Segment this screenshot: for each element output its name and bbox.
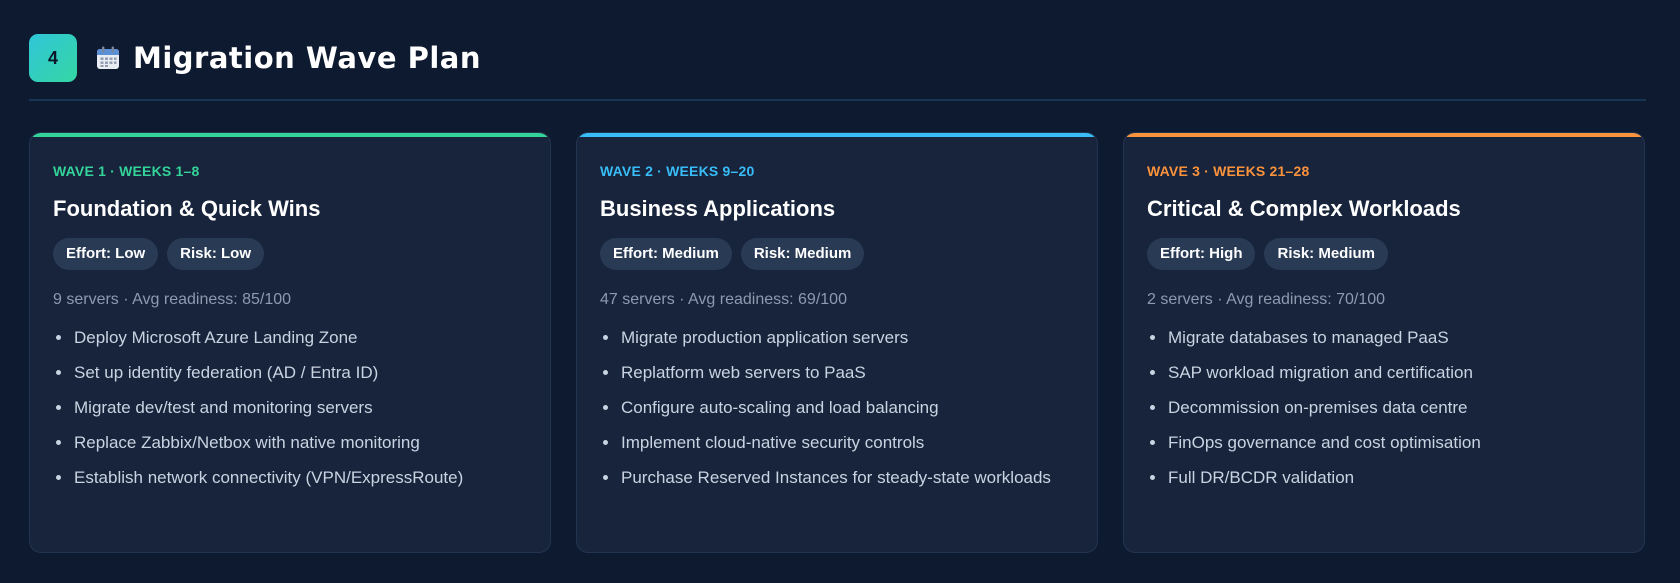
bullet-icon xyxy=(56,440,61,445)
list-item-text: Set up identity federation (AD / Entra I… xyxy=(74,363,379,382)
section-header: 4 Migration Wave Plan xyxy=(29,34,1651,82)
wave-card-2: WAVE 2 · WEEKS 9–20 Business Application… xyxy=(576,132,1098,553)
list-item-text: Migrate production application servers xyxy=(621,328,909,347)
wave-pills: Effort: Low Risk: Low xyxy=(53,238,527,270)
bullet-icon xyxy=(603,440,608,445)
migration-wave-plan-section: 4 Migration Wave Plan WAVE 1 · WEEKS 1–8… xyxy=(0,0,1680,583)
risk-badge: Risk: Medium xyxy=(1264,238,1388,270)
page-title: Migration Wave Plan xyxy=(133,41,481,75)
list-item-text: Configure auto-scaling and load balancin… xyxy=(621,398,939,417)
list-item-text: Decommission on-premises data centre xyxy=(1168,398,1468,417)
effort-badge: Effort: High xyxy=(1147,238,1256,270)
list-item-text: Replatform web servers to PaaS xyxy=(621,363,866,382)
list-item-text: Purchase Reserved Instances for steady-s… xyxy=(621,468,1051,487)
list-item-text: Replace Zabbix/Netbox with native monito… xyxy=(74,433,420,452)
section-number-badge: 4 xyxy=(29,34,77,82)
list-item-text: Deploy Microsoft Azure Landing Zone xyxy=(74,328,358,347)
list-item: Replace Zabbix/Netbox with native monito… xyxy=(53,428,527,457)
bullet-icon xyxy=(1150,475,1155,480)
bullet-icon xyxy=(56,335,61,340)
list-item: Decommission on-premises data centre xyxy=(1147,393,1621,422)
effort-badge: Effort: Low xyxy=(53,238,159,270)
wave-accent-bar xyxy=(1124,133,1644,137)
list-item: Purchase Reserved Instances for steady-s… xyxy=(600,463,1074,492)
list-item-text: Implement cloud-native security controls xyxy=(621,433,925,452)
list-item-text: SAP workload migration and certification xyxy=(1168,363,1473,382)
wave-task-list: Deploy Microsoft Azure Landing Zone Set … xyxy=(53,323,527,492)
bullet-icon xyxy=(603,405,608,410)
wave-accent-bar xyxy=(30,133,550,137)
bullet-icon xyxy=(603,370,608,375)
wave-cards: WAVE 1 · WEEKS 1–8 Foundation & Quick Wi… xyxy=(29,132,1651,553)
list-item-text: Full DR/BCDR validation xyxy=(1168,468,1355,487)
bullet-icon xyxy=(603,475,608,480)
list-item: SAP workload migration and certification xyxy=(1147,358,1621,387)
wave-stats: 9 servers · Avg readiness: 85/100 xyxy=(53,291,292,308)
list-item-text: Establish network connectivity (VPN/Expr… xyxy=(74,468,464,487)
wave-accent-bar xyxy=(577,133,1097,137)
header-divider xyxy=(29,99,1646,101)
bullet-icon xyxy=(56,405,61,410)
list-item: Migrate production application servers xyxy=(600,323,1074,352)
list-item-text: Migrate dev/test and monitoring servers xyxy=(74,398,373,417)
list-item: FinOps governance and cost optimisation xyxy=(1147,428,1621,457)
wave-label: WAVE 3 · WEEKS 21–28 xyxy=(1147,163,1310,179)
wave-label: WAVE 2 · WEEKS 9–20 xyxy=(600,163,755,179)
list-item: Set up identity federation (AD / Entra I… xyxy=(53,358,527,387)
list-item-text: FinOps governance and cost optimisation xyxy=(1168,433,1481,452)
list-item: Migrate databases to managed PaaS xyxy=(1147,323,1621,352)
bullet-icon xyxy=(56,475,61,480)
list-item: Deploy Microsoft Azure Landing Zone xyxy=(53,323,527,352)
effort-badge: Effort: Medium xyxy=(600,238,732,270)
list-item: Full DR/BCDR validation xyxy=(1147,463,1621,492)
bullet-icon xyxy=(603,335,608,340)
bullet-icon xyxy=(1150,370,1155,375)
bullet-icon xyxy=(1150,405,1155,410)
wave-title: Foundation & Quick Wins xyxy=(53,196,321,221)
list-item: Configure auto-scaling and load balancin… xyxy=(600,393,1074,422)
wave-stats: 2 servers · Avg readiness: 70/100 xyxy=(1147,291,1386,308)
list-item: Replatform web servers to PaaS xyxy=(600,358,1074,387)
wave-label: WAVE 1 · WEEKS 1–8 xyxy=(53,163,200,179)
wave-pills: Effort: Medium Risk: Medium xyxy=(600,238,1074,270)
wave-card-3: WAVE 3 · WEEKS 21–28 Critical & Complex … xyxy=(1123,132,1645,553)
bullet-icon xyxy=(1150,335,1155,340)
list-item: Establish network connectivity (VPN/Expr… xyxy=(53,463,527,492)
wave-task-list: Migrate databases to managed PaaS SAP wo… xyxy=(1147,323,1621,492)
wave-pills: Effort: High Risk: Medium xyxy=(1147,238,1621,270)
risk-badge: Risk: Low xyxy=(167,238,264,270)
list-item: Implement cloud-native security controls xyxy=(600,428,1074,457)
list-item-text: Migrate databases to managed PaaS xyxy=(1168,328,1449,347)
bullet-icon xyxy=(56,370,61,375)
risk-badge: Risk: Medium xyxy=(740,238,865,270)
list-item: Migrate dev/test and monitoring servers xyxy=(53,393,527,422)
calendar-icon xyxy=(95,45,121,71)
bullet-icon xyxy=(1150,440,1155,445)
wave-task-list: Migrate production application servers R… xyxy=(600,323,1074,492)
wave-stats: 47 servers · Avg readiness: 69/100 xyxy=(600,291,847,308)
wave-title: Critical & Complex Workloads xyxy=(1147,196,1461,221)
wave-title: Business Applications xyxy=(600,196,836,221)
wave-card-1: WAVE 1 · WEEKS 1–8 Foundation & Quick Wi… xyxy=(29,132,551,553)
